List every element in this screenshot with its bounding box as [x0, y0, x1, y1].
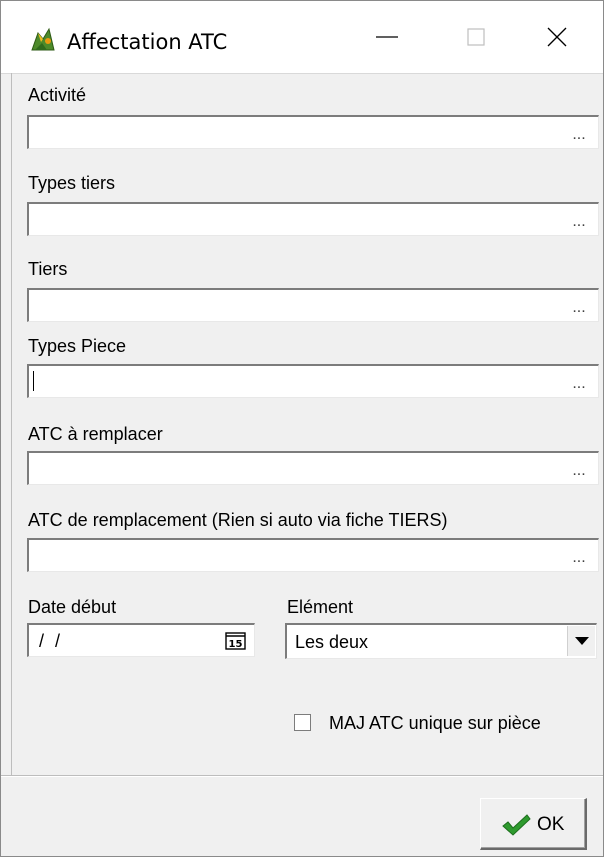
activite-input[interactable]: ...: [27, 115, 599, 149]
tiers-browse-button[interactable]: ...: [560, 290, 598, 321]
panel-edge: [11, 73, 12, 775]
types-tiers-label: Types tiers: [28, 173, 116, 193]
element-label: Elément: [287, 597, 354, 617]
close-icon: [547, 27, 567, 47]
checkmark-icon: [502, 814, 531, 836]
window-title: Affectation ATC: [67, 30, 228, 54]
tiers-input[interactable]: ...: [27, 288, 599, 322]
minimize-icon: [376, 36, 398, 38]
atc-a-remplacer-label: ATC à remplacer: [28, 424, 163, 444]
title-bar[interactable]: Affectation ATC: [1, 1, 603, 74]
types-piece-label: Types Piece: [28, 336, 127, 356]
atc-de-remplacement-browse-button[interactable]: ...: [560, 540, 598, 571]
maj-atc-unique-checkbox[interactable]: [294, 714, 311, 731]
atc-de-remplacement-label: ATC de remplacement (Rien si auto via fi…: [28, 510, 448, 530]
date-debut-input[interactable]: / / 15: [27, 623, 255, 657]
close-button[interactable]: [513, 1, 603, 73]
element-selected-value: Les deux: [295, 632, 369, 652]
dialog-window: Affectation ATC Activité ... Types tiers…: [0, 0, 604, 857]
atc-a-remplacer-browse-button[interactable]: ...: [560, 453, 598, 484]
maj-atc-unique-label[interactable]: MAJ ATC unique sur pièce: [329, 713, 541, 734]
svg-text:15: 15: [229, 639, 243, 650]
button-panel-divider-highlight: [1, 776, 603, 777]
ok-button[interactable]: OK: [480, 798, 587, 850]
types-piece-browse-button[interactable]: ...: [560, 366, 598, 397]
chevron-down-icon: [575, 637, 589, 645]
calendar-icon[interactable]: 15: [225, 632, 247, 650]
atc-a-remplacer-input[interactable]: ...: [27, 451, 599, 485]
activite-label: Activité: [28, 85, 87, 105]
maximize-button[interactable]: [433, 1, 523, 73]
types-tiers-browse-button[interactable]: ...: [560, 204, 598, 235]
date-debut-value: / /: [39, 631, 64, 651]
minimize-button[interactable]: [343, 1, 433, 73]
element-dropdown-button[interactable]: [567, 626, 595, 656]
date-debut-label: Date début: [28, 597, 117, 617]
ok-label: OK: [537, 814, 565, 835]
text-cursor: [33, 371, 34, 391]
tiers-label: Tiers: [28, 259, 68, 279]
activite-browse-button[interactable]: ...: [560, 117, 598, 148]
atc-de-remplacement-input[interactable]: ...: [27, 538, 599, 572]
element-select[interactable]: Les deux: [285, 623, 597, 659]
app-icon: [31, 27, 55, 51]
maximize-icon: [467, 28, 485, 46]
types-tiers-input[interactable]: ...: [27, 202, 599, 236]
types-piece-input[interactable]: ...: [27, 364, 599, 398]
